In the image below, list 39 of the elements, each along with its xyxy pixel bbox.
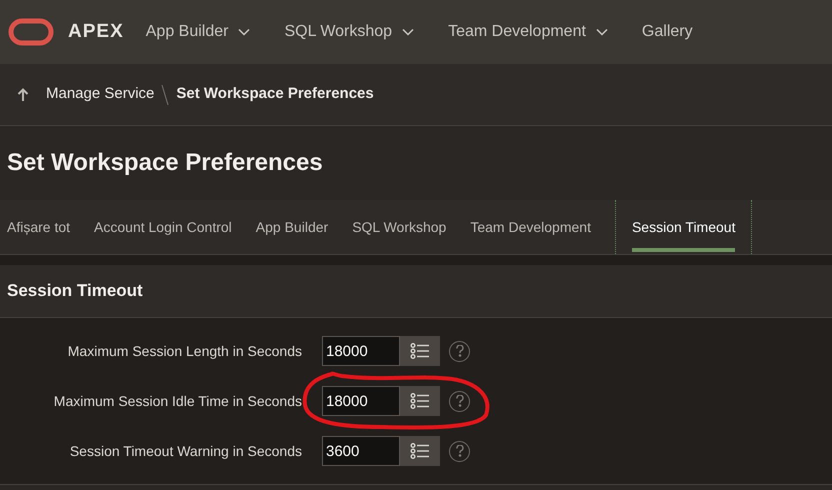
number-field[interactable]: 18000 bbox=[322, 336, 400, 366]
tab[interactable]: Team Development bbox=[470, 200, 615, 254]
question-icon bbox=[456, 395, 464, 407]
help-button[interactable] bbox=[449, 390, 470, 412]
breadcrumb-link[interactable]: Manage Service bbox=[46, 83, 154, 106]
field-label: Maximum Session Length in Seconds bbox=[66, 342, 302, 361]
tab[interactable]: SQL Workshop bbox=[352, 200, 470, 254]
list-button[interactable] bbox=[400, 336, 440, 366]
tab[interactable]: Session Timeout bbox=[614, 200, 752, 254]
tab[interactable]: App Builder bbox=[256, 200, 352, 254]
menu-item[interactable]: SQL Workshop bbox=[284, 20, 414, 44]
separator-icon bbox=[160, 84, 170, 106]
brand-name: APEX bbox=[68, 20, 124, 44]
tab[interactable]: Account Login Control bbox=[94, 200, 256, 254]
chevron-icon bbox=[596, 28, 608, 36]
help-button[interactable] bbox=[449, 340, 470, 362]
page-title: Set Workspace Preferences bbox=[7, 148, 323, 178]
field-label: Session Timeout Warning in Seconds bbox=[68, 442, 302, 461]
question-icon bbox=[456, 445, 464, 457]
menu-item[interactable]: App Builder bbox=[146, 20, 250, 44]
list-icon bbox=[410, 443, 430, 459]
help-button[interactable] bbox=[449, 440, 470, 462]
tab[interactable]: Afișare tot bbox=[7, 200, 94, 254]
list-icon bbox=[410, 343, 430, 359]
chevron-icon bbox=[402, 28, 414, 36]
list-button[interactable] bbox=[400, 436, 440, 466]
breadcrumb-current: Set Workspace Preferences bbox=[176, 84, 374, 104]
menu-item[interactable]: Team Development bbox=[448, 20, 608, 44]
question-icon bbox=[456, 345, 464, 357]
number-field[interactable]: 3600 bbox=[322, 436, 400, 466]
list-icon bbox=[410, 393, 430, 409]
list-button[interactable] bbox=[400, 386, 440, 416]
logo-icon bbox=[8, 18, 54, 46]
menu-item[interactable]: Gallery bbox=[642, 20, 693, 44]
field-label: Maximum Session Idle Time in Seconds bbox=[52, 392, 302, 410]
section-title: Session Timeout bbox=[7, 280, 143, 302]
chevron-icon bbox=[238, 28, 250, 36]
number-field[interactable]: 18000 bbox=[322, 386, 400, 416]
up-arrow-icon bbox=[17, 88, 29, 102]
